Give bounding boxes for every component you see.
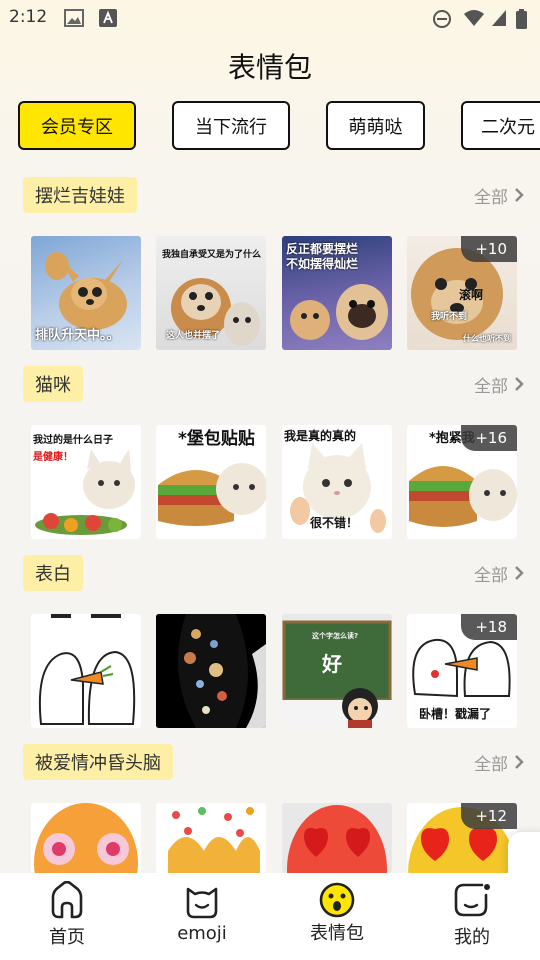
section-title: 表白 [23,555,83,591]
sticker-thumb[interactable] [156,614,266,728]
view-all-button[interactable]: 全部 [474,366,524,402]
nav-label: 我的 [454,927,490,948]
sticker-thumb[interactable]: *抱紧我 +16 [407,425,517,539]
sticker-caption: 滚啊 [459,288,484,302]
sticker-caption: *堡包贴贴 [178,429,255,449]
sticker-caption: 反正都要摆烂 不如摆得灿烂 [286,242,359,271]
nav-home[interactable]: 首页 [17,873,117,960]
chevron-right-icon [515,566,524,580]
sticker-caption: 这个字怎么读? [312,632,359,640]
sticker-thumb[interactable]: +18 卧槽！戳漏了 [407,614,517,728]
section-lovestruck: 被爱情冲昏头脑 全部 +12 [0,744,540,874]
sticker-thumb[interactable]: 这个字怎么读? 好 [282,614,392,728]
nav-profile[interactable]: 我的 [422,873,522,960]
home-icon [51,881,83,919]
tab-trending[interactable]: 当下流行 [172,101,290,150]
sticker-caption: 我是真的真的 [284,429,357,443]
sticker-caption-3: 什么也听不到 [463,334,511,343]
section-cats: 猫咪 全部 我过的是什么日子 是健康！ *堡包贴贴 我是真的真的 很不错！ *抱… [0,366,540,539]
planets-icon [156,614,266,728]
nav-label: emoji [177,923,227,944]
bunny-icon [38,614,136,725]
nav-label: 表情包 [310,923,364,944]
sticker-thumb[interactable] [156,803,266,873]
face-icon [34,803,138,873]
more-count-badge: +16 [461,425,517,451]
section-chihuahua: 摆烂吉娃娃 全部 排队升天中。。 我独自承受又是为了什么 这人也并摆了 反正都要… [0,177,540,350]
gallery-icon [64,9,84,27]
tab-cute[interactable]: 萌萌哒 [326,101,425,150]
sticker-thumb[interactable]: *堡包贴贴 [156,425,266,539]
sticker-thumb[interactable]: 我独自承受又是为了什么 这人也并摆了 [156,236,266,350]
sticker-caption: 我独自承受又是为了什么 [162,250,262,260]
sticker-caption-2: 这人也并摆了 [166,330,221,341]
more-count-badge: +18 [461,614,517,640]
sticker-caption-2: 是健康！ [33,452,73,463]
sticker-thumb[interactable] [31,614,141,728]
view-all-label: 全部 [474,565,508,586]
page-title: 表情包 [227,51,312,84]
cat-face-icon [186,887,218,919]
view-all-button[interactable]: 全部 [474,177,524,213]
sticker-thumb[interactable]: +10 滚啊 我听不到 什么也听不到 [407,236,517,350]
more-count-badge: +10 [461,236,517,262]
signal-icon [492,10,506,26]
sticker-thumb[interactable]: +12 [407,803,517,873]
bottom-nav: 首页 emoji 表情包 我的 [0,873,540,960]
sticker-thumb[interactable]: 我过的是什么日子 是健康！ [31,425,141,539]
battery-icon [516,9,527,29]
sticker-caption-2: 好 [322,652,342,676]
nav-stickers[interactable]: 表情包 [287,873,387,960]
sticker-thumb[interactable]: 反正都要摆烂 不如摆得灿烂 [282,236,392,350]
view-all-label: 全部 [474,376,508,397]
status-bar: 2:12 [0,0,540,36]
sticker-caption: 我过的是什么日子 [33,435,113,446]
font-icon [99,9,117,27]
wifi-icon [464,10,484,26]
section-title: 猫咪 [23,366,83,402]
dnd-icon [433,10,451,28]
view-all-button[interactable]: 全部 [474,744,524,780]
sticker-thumb[interactable] [282,803,392,873]
sticker-thumb[interactable]: 我是真的真的 很不错！ [282,425,392,539]
sticker-caption: 卧槽！戳漏了 [419,707,492,721]
sticker-caption: 排队升天中。。 [35,327,120,343]
chevron-right-icon [515,755,524,769]
tab-anime[interactable]: 二次元 [461,101,540,150]
sticker-caption-2: 很不错！ [310,516,359,530]
section-title: 摆烂吉娃娃 [23,177,137,213]
sticker-thumb[interactable] [31,803,141,873]
category-tabs: 会员专区 当下流行 萌萌哒 二次元 [0,101,540,151]
nav-emoji[interactable]: emoji [152,873,252,960]
more-count-badge: +12 [461,803,517,829]
tab-member-zone[interactable]: 会员专区 [18,101,136,150]
nav-label: 首页 [49,927,85,948]
section-title: 被爱情冲昏头脑 [23,744,173,780]
chevron-right-icon [515,377,524,391]
surprised-face-icon [319,882,355,918]
heart-eyes-icon [287,805,387,873]
profile-icon [454,883,490,917]
chevron-right-icon [515,188,524,202]
section-confession: 表白 全部 这个字怎么读? 好 +18 卧槽！戳漏了 [0,555,540,728]
view-all-label: 全部 [474,187,508,208]
view-all-button[interactable]: 全部 [474,555,524,591]
sticker-caption-2: 我听不到 [431,312,468,322]
hearts-icon [168,807,260,873]
sticker-thumb[interactable]: 排队升天中。。 [31,236,141,350]
view-all-label: 全部 [474,754,508,775]
status-time: 2:12 [9,7,48,27]
